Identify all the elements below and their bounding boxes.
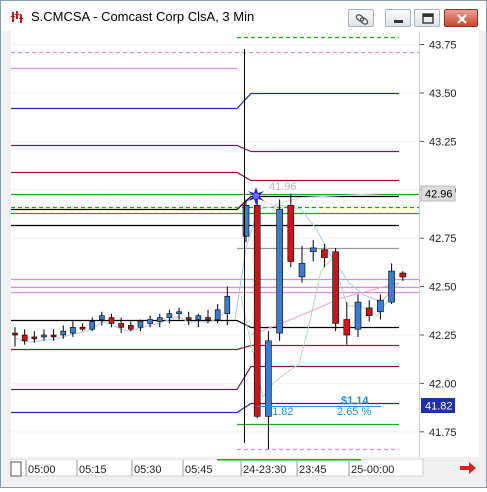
candle-body bbox=[309, 247, 317, 253]
candle-body bbox=[205, 317, 211, 320]
price-tick-label: 42.25 bbox=[429, 330, 457, 342]
link-button[interactable] bbox=[348, 9, 374, 27]
candle-body bbox=[388, 270, 395, 303]
time-tick-label: 23:45 bbox=[299, 464, 327, 476]
candle-body bbox=[12, 332, 18, 336]
time-tick-label: 25-00:00 bbox=[351, 464, 394, 476]
measure-price: 41.82 bbox=[266, 406, 294, 418]
price-tick-label: 42.00 bbox=[429, 378, 457, 390]
candle-body bbox=[253, 204, 261, 417]
candle-body bbox=[99, 315, 105, 320]
time-axis-bar: 05:00 05:15 05:30 05:45 24-23:30 23:45 25-00:0… bbox=[1, 458, 486, 487]
candle-body bbox=[195, 315, 202, 320]
candle-body bbox=[242, 204, 250, 237]
app-logo-icon bbox=[9, 9, 25, 25]
chart-canvas[interactable]: 41.96 $1.14 41.82 2.65 % 43.7543.5043.25… bbox=[11, 31, 479, 461]
candle-body bbox=[156, 317, 163, 322]
candle-body bbox=[166, 313, 173, 318]
price-chart[interactable]: 41.96 $1.14 41.82 2.65 % 43.75 43.50 43.25… bbox=[11, 31, 479, 461]
candle-body bbox=[332, 251, 339, 324]
candle-body bbox=[377, 299, 384, 313]
plot-background bbox=[11, 31, 420, 458]
last-price-tag-text: 42.96 bbox=[425, 189, 453, 201]
candle-body bbox=[89, 321, 95, 330]
candle-body bbox=[31, 336, 38, 340]
time-axis: 05:00 05:15 05:30 05:45 24-23:30 23:45 25-00:0… bbox=[10, 458, 424, 477]
price-tick-label: 41.75 bbox=[429, 427, 457, 439]
candle-body bbox=[354, 301, 362, 330]
restore-icon bbox=[422, 13, 434, 24]
time-tick-label: 05:30 bbox=[134, 464, 162, 476]
candle-body bbox=[50, 334, 57, 338]
price-tick-label: 43.50 bbox=[429, 88, 457, 100]
candle-body bbox=[224, 295, 231, 315]
minimize-icon bbox=[394, 20, 403, 23]
candle-body bbox=[176, 311, 182, 315]
ghost-price-label: 41.96 bbox=[269, 181, 297, 193]
candle-body bbox=[128, 325, 134, 330]
candle-body bbox=[214, 309, 221, 320]
candle-body bbox=[108, 317, 115, 324]
measure-percent: 2.65 % bbox=[337, 406, 371, 418]
time-tick-label: 05:00 bbox=[28, 464, 56, 476]
candle-body bbox=[265, 340, 272, 417]
candle-body bbox=[399, 272, 407, 278]
title-bar[interactable]: S.CMCSA - Comcast Corp ClsA, 3 Min bbox=[1, 1, 486, 31]
restore-button[interactable] bbox=[414, 9, 440, 27]
time-axis-checkbox[interactable] bbox=[10, 461, 22, 477]
time-tick-label: 24-23:30 bbox=[243, 464, 286, 476]
window-title: S.CMCSA - Comcast Corp ClsA, 3 Min bbox=[31, 9, 255, 24]
candle-body bbox=[365, 307, 373, 316]
candle-body bbox=[287, 204, 295, 262]
candle-body bbox=[321, 249, 328, 258]
candle-body bbox=[21, 334, 28, 342]
candle-body bbox=[298, 263, 306, 278]
price-tick-label: 43.75 bbox=[429, 40, 457, 52]
price-tick-label: 43.25 bbox=[429, 136, 457, 148]
link-icon bbox=[355, 14, 369, 25]
candle-body bbox=[79, 326, 86, 330]
candle-body bbox=[70, 326, 76, 334]
chart-window: S.CMCSA - Comcast Corp ClsA, 3 Min 41.96… bbox=[0, 0, 487, 488]
last-price-tag: 42.96 bbox=[420, 185, 456, 202]
candle-body bbox=[137, 321, 144, 328]
time-tick-label: 05:45 bbox=[185, 464, 213, 476]
scroll-right-arrow-icon[interactable] bbox=[459, 461, 477, 475]
minimize-button[interactable] bbox=[385, 9, 411, 27]
candle-body bbox=[41, 334, 47, 338]
candle-body bbox=[185, 317, 192, 320]
candle-body bbox=[343, 319, 351, 336]
close-button[interactable] bbox=[444, 9, 478, 27]
low-price-tag: 41.82 bbox=[421, 398, 455, 413]
time-tick-label: 05:15 bbox=[79, 464, 107, 476]
candle-body bbox=[60, 330, 67, 336]
candle-body bbox=[118, 323, 124, 328]
candle-body bbox=[147, 319, 153, 324]
price-tick-label: 42.50 bbox=[429, 282, 457, 294]
low-price-tag-text: 41.82 bbox=[425, 401, 453, 413]
price-tick-label: 42.75 bbox=[429, 233, 457, 245]
close-icon bbox=[457, 14, 467, 24]
candle-body bbox=[276, 208, 283, 334]
